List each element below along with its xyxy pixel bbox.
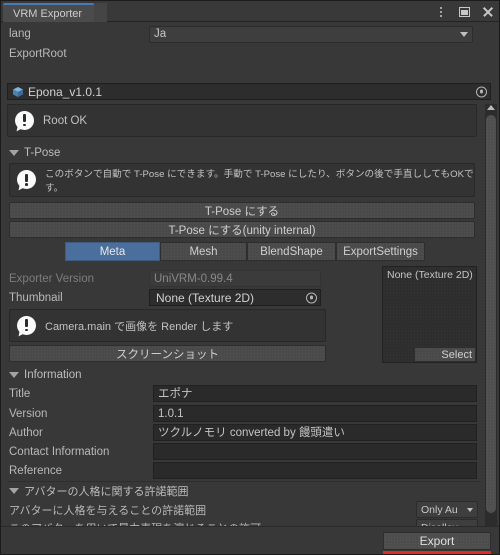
tab-mesh[interactable]: Mesh — [160, 242, 247, 261]
exporter-version-value: UniVRM-0.99.4 — [149, 270, 321, 287]
lang-dropdown-value: Ja — [154, 28, 167, 40]
tabbar-filler — [93, 3, 107, 22]
information-section-label: Information — [24, 369, 82, 381]
camera-render-text: Camera.main で画像を Render します — [45, 320, 234, 333]
vrm-exporter-window: VRM Exporter lang Ja ExportRoot Epona_v1… — [0, 0, 500, 555]
window-titlebar: VRM Exporter — [1, 1, 499, 22]
information-foldout[interactable]: Information — [3, 367, 82, 383]
gameobject-cube-icon — [12, 86, 24, 98]
foldout-triangle-icon — [9, 488, 19, 494]
permission-personality-label: アバターに人格を与えることの許諾範囲 — [9, 504, 207, 517]
exportroot-label: ExportRoot — [9, 48, 67, 60]
thumbnail-object-field[interactable]: None (Texture 2D) — [149, 289, 321, 306]
permissions-section-label: アバターの人格に関する許諾範囲 — [24, 486, 189, 498]
footer-bar: Export — [1, 526, 499, 554]
meta-tabbar: Meta Mesh BlendShape ExportSettings — [65, 242, 425, 261]
tab-exportsettings-label: ExportSettings — [343, 245, 418, 258]
scroll-thumb[interactable] — [486, 115, 496, 513]
window-tab-vrm-exporter[interactable]: VRM Exporter — [3, 3, 95, 22]
chevron-down-icon — [460, 31, 468, 37]
title-label: Title — [9, 387, 31, 400]
screenshot-button[interactable]: スクリーンショット — [9, 345, 326, 362]
kebab-menu-icon[interactable] — [434, 5, 448, 19]
permission-personality-value: Only Au — [421, 503, 458, 516]
tab-blendshape[interactable]: BlendShape — [247, 242, 336, 261]
tpose-unity-internal-button[interactable]: T-Pose にする(unity internal) — [9, 221, 475, 238]
tpose-button-label: T-Pose にする — [204, 205, 280, 218]
tpose-section-label: T-Pose — [24, 147, 61, 159]
author-input[interactable]: ツクルノモリ converted by 饅頭遣い — [153, 424, 477, 441]
contact-information-input[interactable] — [153, 443, 477, 460]
lang-row: lang Ja — [1, 25, 499, 43]
exportroot-label-row: ExportRoot — [1, 46, 499, 62]
tab-meta[interactable]: Meta — [65, 242, 160, 261]
scroll-up-arrow-icon[interactable] — [487, 105, 495, 110]
info-icon — [16, 315, 38, 338]
author-label: Author — [9, 426, 43, 439]
tab-mesh-label: Mesh — [189, 245, 218, 258]
tab-exportsettings[interactable]: ExportSettings — [336, 242, 425, 261]
tpose-unity-internal-button-label: T-Pose にする(unity internal) — [168, 224, 316, 237]
thumbnail-value: None (Texture 2D) — [156, 290, 255, 305]
title-input[interactable]: エポナ — [153, 385, 477, 402]
root-status-text: Root OK — [43, 114, 88, 127]
close-icon[interactable] — [480, 5, 494, 19]
camera-render-helpbox: Camera.main で画像を Render します — [9, 309, 326, 342]
reference-input[interactable] — [153, 462, 477, 479]
foldout-triangle-icon — [9, 372, 19, 378]
tpose-help-text: このボタンで自動で T-Pose にできます。手動で T-Pose にしたり、ボ… — [45, 169, 474, 194]
tab-meta-label: Meta — [99, 245, 126, 258]
window-controls — [434, 1, 494, 22]
maximize-icon[interactable] — [457, 5, 471, 19]
info-row-reference: Reference — [1, 462, 499, 479]
info-row-author: Author ツクルノモリ converted by 饅頭遣い — [1, 424, 499, 441]
version-input[interactable]: 1.0.1 — [153, 405, 477, 422]
thumbnail-select-button[interactable]: Select — [414, 347, 476, 362]
chevron-down-icon — [467, 507, 473, 512]
tab-blendshape-label: BlendShape — [260, 245, 323, 258]
thumbnail-select-label: Select — [441, 348, 472, 361]
permission-personality-dropdown[interactable]: Only Au — [416, 501, 478, 518]
tpose-button[interactable]: T-Pose にする — [9, 202, 475, 219]
thumbnail-preview[interactable]: None (Texture 2D) Select — [382, 266, 477, 363]
tpose-foldout[interactable]: T-Pose — [3, 145, 60, 161]
lang-label: lang — [9, 28, 31, 40]
tpose-helpbox: このボタンで自動で T-Pose にできます。手動で T-Pose にしたり、ボ… — [9, 163, 475, 197]
lang-dropdown[interactable]: Ja — [149, 25, 473, 43]
info-row-version: Version 1.0.1 — [1, 405, 499, 422]
contact-information-label: Contact Information — [9, 445, 110, 458]
info-icon — [14, 110, 36, 133]
window-body: lang Ja ExportRoot Epona_v1.0.1 Root OK … — [1, 22, 499, 554]
foldout-triangle-icon — [9, 150, 19, 156]
object-picker-icon[interactable] — [306, 292, 317, 303]
info-icon — [16, 169, 38, 192]
window-tab-label: VRM Exporter — [13, 8, 83, 20]
thumbnail-preview-text: None (Texture 2D) — [387, 269, 473, 281]
exportroot-object-field[interactable]: Epona_v1.0.1 — [7, 83, 491, 100]
exportroot-value: Epona_v1.0.1 — [28, 84, 103, 99]
root-status-helpbox: Root OK — [7, 104, 477, 137]
version-label: Version — [9, 407, 48, 420]
export-button-label: Export — [419, 534, 455, 548]
export-button[interactable]: Export — [383, 532, 491, 550]
object-picker-icon[interactable] — [476, 86, 487, 97]
section-divider — [7, 481, 481, 482]
permissions-foldout[interactable]: アバターの人格に関する許諾範囲 — [3, 483, 189, 499]
reference-label: Reference — [9, 464, 63, 477]
thumbnail-label: Thumbnail — [9, 291, 63, 304]
info-row-contact: Contact Information — [1, 443, 499, 460]
screenshot-button-label: スクリーンショット — [116, 348, 219, 361]
export-accent-underline — [383, 551, 491, 554]
info-row-title: Title エポナ — [1, 385, 499, 402]
vertical-scrollbar[interactable] — [485, 104, 497, 534]
permission-row-personality: アバターに人格を与えることの許諾範囲 Only Au — [1, 501, 499, 518]
exporter-version-label: Exporter Version — [9, 272, 95, 285]
